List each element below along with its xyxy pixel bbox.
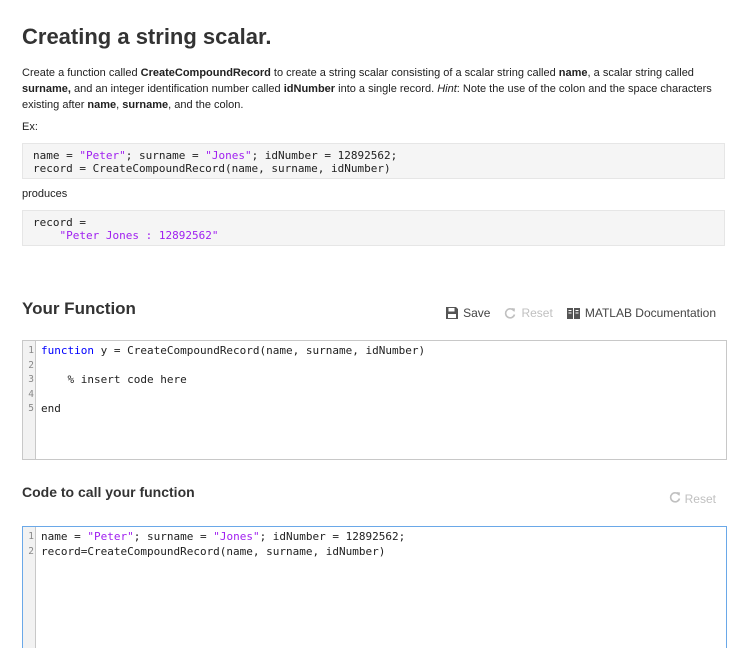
code-line: 2 <box>28 359 34 371</box>
produces-label: produces <box>22 188 68 200</box>
save-button[interactable]: Save <box>446 306 490 320</box>
code-line: 1 function y = CreateCompoundRecord(name… <box>28 344 426 357</box>
code-line: 5 end <box>28 402 61 415</box>
book-icon <box>566 307 580 319</box>
output-code-block: record = "Peter Jones : 12892562" <box>22 210 725 246</box>
code-line: 3 % insert code here <box>28 373 187 386</box>
save-icon <box>446 307 459 319</box>
reset-icon <box>504 307 516 319</box>
problem-title: Creating a string scalar. <box>22 24 272 49</box>
problem-description: Create a function called CreateCompoundR… <box>22 67 712 111</box>
your-function-title: Your Function <box>22 299 136 318</box>
call-code-editor[interactable]: 1 name = "Peter"; surname = "Jones"; idN… <box>22 526 727 648</box>
call-reset-button[interactable]: Reset <box>669 491 716 506</box>
code-line: 4 <box>28 388 34 400</box>
matlab-documentation-link[interactable]: MATLAB Documentation <box>566 306 716 320</box>
function-toolbar: Save Reset MATLAB Documentation <box>446 306 716 320</box>
code-line: 1 name = "Peter"; surname = "Jones"; idN… <box>28 530 406 543</box>
code-line: 2 record=CreateCompoundRecord(name, surn… <box>28 545 386 558</box>
call-function-title: Code to call your function <box>22 484 195 500</box>
reset-button[interactable]: Reset <box>504 306 553 320</box>
example-code-block: name = "Peter"; surname = "Jones"; idNum… <box>22 143 725 179</box>
function-code-editor[interactable]: 1 function y = CreateCompoundRecord(name… <box>22 340 727 460</box>
reset-icon <box>669 491 681 506</box>
example-label: Ex: <box>22 121 38 133</box>
